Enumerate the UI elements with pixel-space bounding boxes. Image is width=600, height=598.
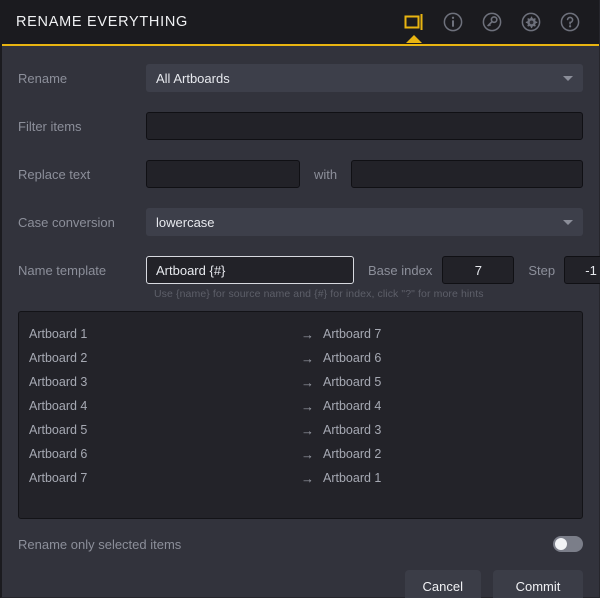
preview-row[interactable]: Artboard 3 → Artboard 5 [19, 370, 582, 394]
name-template-label: Name template [18, 262, 107, 278]
base-index-value: 7 [474, 262, 482, 278]
help-icon[interactable] [559, 11, 581, 33]
preview-target-name: Artboard 2 [323, 447, 382, 461]
preview-source-name: Artboard 4 [29, 399, 88, 413]
preview-source-name: Artboard 7 [29, 471, 88, 485]
gear-icon[interactable] [520, 11, 542, 33]
header-icon-group [403, 11, 589, 43]
name-template-input[interactable]: Artboard {#} [146, 256, 354, 284]
replace-text-label: Replace text [18, 166, 91, 182]
rename-preview-list[interactable]: Artboard 1 → Artboard 7 Artboard 2 → Artboard… [18, 311, 583, 519]
preview-source-name: Artboard 6 [29, 447, 88, 461]
preview-source-name: Artboard 5 [29, 423, 88, 437]
chevron-down-icon [563, 219, 573, 225]
chevron-down-icon [563, 75, 573, 81]
preview-source-name: Artboard 1 [29, 327, 88, 341]
commit-button[interactable]: Commit [493, 570, 583, 598]
preview-row[interactable]: Artboard 1 → Artboard 7 [19, 322, 582, 346]
preview-row[interactable]: Artboard 6 → Artboard 2 [19, 442, 582, 466]
artboard-icon[interactable] [403, 11, 425, 43]
preview-row[interactable]: Artboard 7 → Artboard 1 [19, 466, 582, 490]
case-conversion-select[interactable]: lowercase [146, 208, 583, 236]
rename-select[interactable]: All Artboards [146, 64, 583, 92]
base-index-input[interactable]: 7 [442, 256, 515, 284]
filter-items-input[interactable] [146, 112, 583, 140]
preview-row[interactable]: Artboard 5 → Artboard 3 [19, 418, 582, 442]
arrow-right-icon: → [301, 326, 314, 342]
step-label: Step [528, 262, 556, 278]
arrow-right-icon: → [301, 398, 314, 414]
name-template-value: Artboard {#} [156, 262, 226, 278]
active-tab-pointer [406, 35, 422, 43]
replace-with-input[interactable] [351, 160, 583, 188]
preview-target-name: Artboard 5 [323, 375, 382, 389]
preview-target-name: Artboard 1 [323, 471, 382, 485]
toggle-knob [555, 538, 567, 550]
row-name-template: Name template Artboard {#} Base index 7 … [18, 250, 600, 290]
preview-source-name: Artboard 2 [29, 351, 88, 365]
page-title: RENAME EVERYTHING [16, 14, 188, 30]
row-rename: Rename All Artboards [18, 58, 583, 98]
rename-only-selected-label: Rename only selected items [18, 536, 182, 552]
case-conversion-value: lowercase [156, 214, 215, 230]
row-replace-text: Replace text with [18, 154, 583, 194]
dialog-body: Rename All Artboards Filter items Replac… [2, 58, 600, 598]
preview-target-name: Artboard 7 [323, 327, 382, 341]
row-filter-items: Filter items [18, 106, 583, 146]
cancel-button[interactable]: Cancel [404, 570, 481, 598]
preview-target-name: Artboard 4 [323, 399, 382, 413]
arrow-right-icon: → [301, 446, 314, 462]
preview-row[interactable]: Artboard 2 → Artboard 6 [19, 346, 582, 370]
name-template-hint: Use {name} for source name and {#} for i… [154, 288, 484, 300]
replace-with-label: with [314, 166, 338, 182]
rename-label: Rename [18, 70, 68, 86]
step-value: -1 [585, 262, 597, 278]
rename-everything-dialog: RENAME EVERYTHING Rename All Artboards F… [0, 0, 600, 598]
replace-find-input[interactable] [146, 160, 300, 188]
arrow-right-icon: → [301, 350, 314, 366]
filter-items-label: Filter items [18, 118, 82, 134]
row-case-conversion: Case conversion lowercase [18, 202, 583, 242]
step-input[interactable]: -1 [564, 256, 600, 284]
rename-only-selected-toggle[interactable] [553, 536, 583, 552]
arrow-right-icon: → [301, 374, 314, 390]
title-bar: RENAME EVERYTHING [2, 0, 599, 46]
preview-row[interactable]: Artboard 4 → Artboard 4 [19, 394, 582, 418]
key-icon[interactable] [481, 11, 503, 33]
case-conversion-label: Case conversion [18, 214, 115, 230]
base-index-label: Base index [368, 262, 433, 278]
rename-select-value: All Artboards [156, 70, 230, 86]
preview-target-name: Artboard 3 [323, 423, 382, 437]
arrow-right-icon: → [301, 470, 314, 486]
arrow-right-icon: → [301, 422, 314, 438]
info-icon[interactable] [442, 11, 464, 33]
dialog-actions: Cancel Commit [18, 570, 583, 598]
row-rename-only-selected: Rename only selected items [18, 524, 583, 564]
preview-source-name: Artboard 3 [29, 375, 88, 389]
preview-target-name: Artboard 6 [323, 351, 382, 365]
